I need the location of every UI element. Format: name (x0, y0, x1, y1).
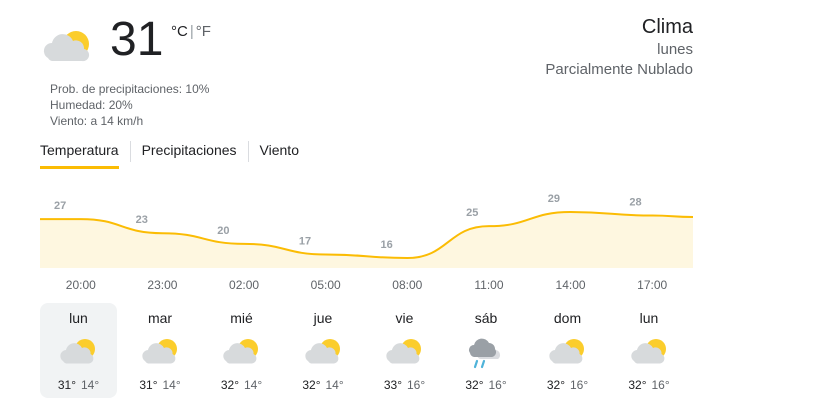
condition-text: Parcialmente Nublado (545, 61, 693, 78)
location-header: Clima lunes Parcialmente Nublado (545, 14, 693, 80)
low-temp: 14° (81, 378, 100, 392)
day-name: mar (147, 310, 173, 326)
day-name: lun (69, 310, 88, 326)
high-temp: 32° (465, 378, 484, 392)
low-temp: 16° (488, 378, 507, 392)
temperature-value-label: 23 (136, 214, 148, 226)
temperature-value-label: 25 (466, 207, 478, 219)
hour-label: 23:00 (147, 278, 178, 292)
day-temps: 31° 14° (122, 378, 199, 392)
partly-cloudy-icon (383, 333, 429, 369)
temperature-value-label: 27 (54, 200, 66, 212)
hour-labels: 20:00 23:00 02:00 05:00 08:00 11:00 14:00 17:00 (40, 278, 693, 294)
low-temp: 14° (162, 378, 181, 392)
day-forecast-0[interactable]: lun 31° 14° (40, 303, 117, 398)
hour-label: 11:00 (474, 278, 504, 292)
day-temps: 32° 16° (448, 378, 525, 392)
high-temp: 32° (302, 378, 321, 392)
tab-wind[interactable]: Viento (247, 141, 299, 162)
day-name: lun (639, 310, 659, 326)
day-forecast-7[interactable]: lun 32° 16° (611, 303, 688, 398)
partly-cloudy-icon (628, 333, 674, 369)
day-forecast-1[interactable]: mar 31° 14° (122, 303, 199, 398)
day-name: sáb (474, 310, 498, 326)
wind: Viento: a 14 km/h (50, 114, 144, 128)
daily-forecast: lun 31° 14° mar 31° 14° mié 32° 14° jue 32° 14° vie 3… (40, 303, 692, 398)
partly-cloudy-icon (302, 333, 348, 369)
humidity: Humedad: 20% (50, 98, 133, 112)
high-temp: 31° (57, 378, 76, 392)
celsius-unit[interactable]: °C (171, 23, 188, 40)
high-temp: 32° (546, 378, 565, 392)
partly-cloudy-icon (139, 333, 185, 369)
tab-precipitation[interactable]: Precipitaciones (129, 141, 237, 162)
day-temps: 32° 14° (285, 378, 362, 392)
low-temp: 14° (325, 378, 344, 392)
day-temps: 32° 16° (611, 378, 688, 392)
day-name: vie (395, 310, 414, 326)
low-temp: 14° (244, 378, 263, 392)
day-name: mié (230, 310, 253, 326)
day-forecast-4[interactable]: vie 33° 16° (366, 303, 443, 398)
rain-icon (465, 333, 511, 369)
hour-label: 20:00 (65, 278, 96, 292)
precipitation-probability: Prob. de precipitaciones: 10% (50, 82, 210, 96)
low-temp: 16° (570, 378, 589, 392)
partly-cloudy-icon (40, 22, 100, 68)
day-temps: 31° 14° (40, 378, 117, 392)
partly-cloudy-icon (220, 333, 266, 369)
day-temps: 32° 14° (203, 378, 280, 392)
weather-title: Clima (641, 16, 693, 38)
unit-toggle: °C | °F (171, 23, 211, 40)
day-name: jue (313, 310, 333, 326)
hour-label: 08:00 (392, 278, 423, 292)
high-temp: 31° (139, 378, 158, 392)
day-name: lunes (657, 41, 693, 58)
low-temp: 16° (651, 378, 670, 392)
hour-label: 14:00 (555, 278, 586, 292)
day-forecast-2[interactable]: mié 32° 14° (203, 303, 280, 398)
tab-temperature[interactable]: Temperatura (40, 139, 119, 169)
partly-cloudy-icon (546, 333, 592, 369)
partly-cloudy-icon (57, 333, 103, 369)
weather-details: Prob. de precipitaciones: 10% Humedad: 2… (50, 81, 209, 129)
high-temp: 32° (220, 378, 239, 392)
fahrenheit-unit[interactable]: °F (196, 23, 211, 40)
day-forecast-3[interactable]: jue 32° 14° (285, 303, 362, 398)
high-temp: 32° (628, 378, 647, 392)
temperature-value-label: 29 (548, 193, 560, 205)
hour-label: 05:00 (310, 278, 341, 292)
unit-separator: | (189, 23, 194, 40)
temperature-value-label: 16 (381, 239, 393, 251)
temperature-value-label: 28 (629, 197, 641, 209)
day-forecast-5[interactable]: sáb 32° 16° (448, 303, 525, 398)
chart-tabs: Temperatura Precipitaciones Viento (40, 139, 299, 169)
temperature-chart: 27 23 20 17 16 25 29 28 (40, 193, 693, 268)
low-temp: 16° (407, 378, 426, 392)
hour-label: 17:00 (637, 278, 668, 292)
temperature-value-label: 20 (217, 225, 229, 237)
day-temps: 33° 16° (366, 378, 443, 392)
current-temperature: 31 (110, 13, 164, 66)
temperature-value-label: 17 (299, 235, 311, 247)
hour-label: 02:00 (229, 278, 260, 292)
day-name: dom (553, 310, 582, 326)
day-temps: 32° 16° (529, 378, 606, 392)
day-forecast-6[interactable]: dom 32° 16° (529, 303, 606, 398)
high-temp: 33° (383, 378, 402, 392)
